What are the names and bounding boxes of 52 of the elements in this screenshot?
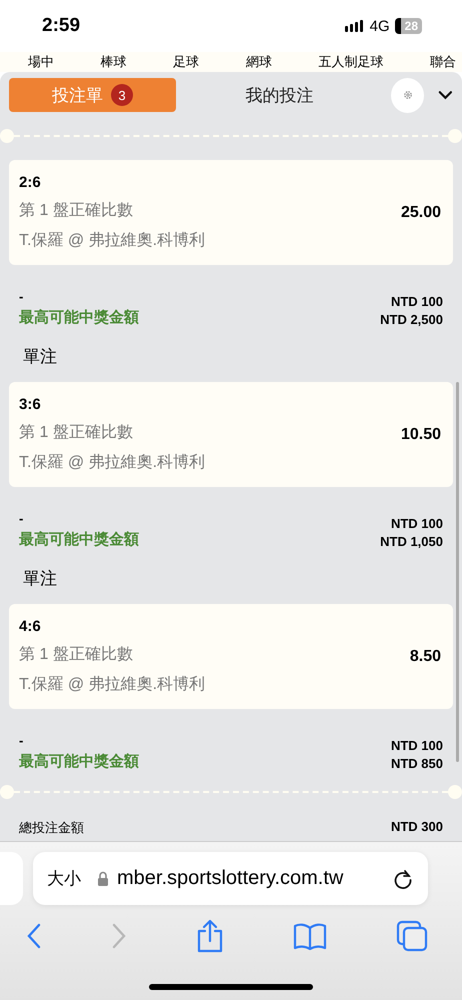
payout-amount: NTD 850 bbox=[390, 756, 443, 772]
stake-amount: NTD 100 bbox=[390, 516, 443, 532]
gear-icon bbox=[402, 90, 413, 100]
section-title: 單注 bbox=[22, 346, 58, 368]
payout-label: 最高可能中獎金額 bbox=[19, 530, 139, 550]
market-name: 第 1 盤正確比數 bbox=[19, 644, 134, 666]
total-label: 總投注金額 bbox=[19, 818, 84, 837]
payout-amount: NTD 2,500 bbox=[380, 312, 443, 328]
status-time: 2:59 bbox=[42, 15, 80, 37]
back-icon[interactable] bbox=[26, 923, 42, 949]
share-icon[interactable] bbox=[196, 919, 224, 953]
bookmarks-icon[interactable] bbox=[293, 922, 327, 950]
url-text: mber.sportslottery.com.tw bbox=[117, 867, 344, 890]
tabs-icon[interactable] bbox=[396, 920, 428, 952]
match-name: T.保羅 @ 弗拉維奧.科博利 bbox=[19, 230, 206, 252]
sport-tab[interactable]: 網球 bbox=[240, 53, 278, 71]
sport-tab[interactable]: 場中 bbox=[22, 53, 60, 71]
score-selection: 4:6 bbox=[19, 618, 42, 636]
match-name: T.保羅 @ 弗拉維奧.科博利 bbox=[19, 674, 206, 696]
stake-amount: NTD 100 bbox=[390, 738, 443, 754]
stake-amount: NTD 100 bbox=[390, 294, 443, 310]
stake-dash: - bbox=[19, 733, 24, 750]
betslip-tab[interactable]: 投注單 3 bbox=[9, 78, 176, 112]
score-selection: 3:6 bbox=[19, 396, 42, 414]
total-amount: NTD 300 bbox=[390, 818, 443, 836]
payout-amount: NTD 1,050 bbox=[380, 534, 443, 550]
match-name: T.保羅 @ 弗拉維奧.科博利 bbox=[19, 452, 206, 474]
payout-label: 最高可能中獎金額 bbox=[19, 308, 139, 328]
text-size-button[interactable]: 大小 bbox=[47, 867, 81, 890]
sport-tab[interactable]: 聯合 bbox=[424, 53, 462, 71]
lock-icon bbox=[97, 871, 109, 886]
network-label: 4G bbox=[370, 18, 390, 34]
odds-value: 8.50 bbox=[410, 648, 441, 666]
address-bar[interactable]: 大小 mber.sportslottery.com.tw bbox=[33, 852, 428, 905]
signal-icon bbox=[344, 20, 365, 32]
market-name: 第 1 盤正確比數 bbox=[19, 200, 134, 222]
payout-label: 最高可能中獎金額 bbox=[19, 752, 139, 772]
sport-tab[interactable]: 五人制足球 bbox=[312, 53, 390, 71]
section-title: 單注 bbox=[22, 568, 58, 590]
chevron-down-icon[interactable] bbox=[438, 90, 454, 100]
betslip-tab[interactable]: 我的投注 bbox=[196, 78, 364, 112]
sport-tab[interactable]: 棒球 bbox=[94, 53, 133, 71]
battery-level: 28 bbox=[394, 18, 422, 34]
reload-icon[interactable] bbox=[392, 868, 414, 890]
stake-dash: - bbox=[19, 511, 24, 528]
score-selection: 2:6 bbox=[19, 174, 42, 192]
stake-dash: - bbox=[19, 289, 24, 306]
odds-value: 10.50 bbox=[400, 426, 441, 444]
count-badge: 3 bbox=[111, 84, 133, 106]
market-name: 第 1 盤正確比數 bbox=[19, 422, 134, 444]
sport-tab[interactable]: 足球 bbox=[167, 53, 206, 71]
odds-value: 25.00 bbox=[400, 204, 441, 222]
